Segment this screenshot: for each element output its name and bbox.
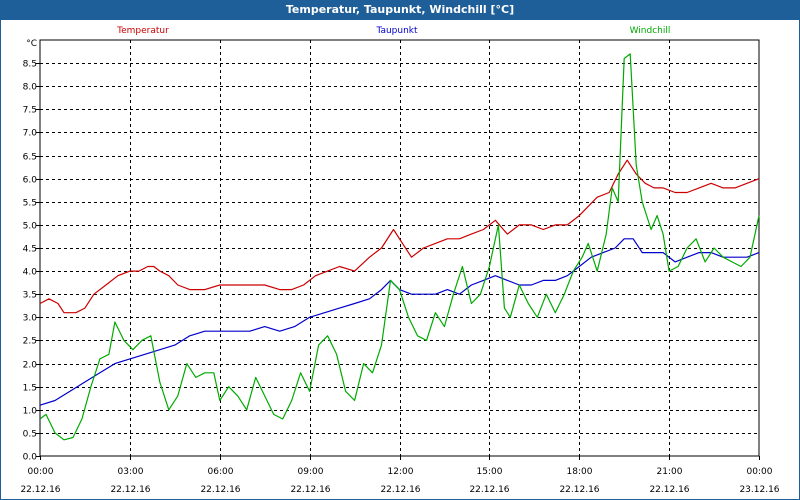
x-tick-date-label: 22.12.16 — [200, 485, 240, 495]
y-tick-label: 3.0 — [23, 314, 38, 324]
x-tick-time-label: 18:00 — [567, 467, 593, 477]
series-line-windchill — [39, 53, 760, 441]
y-tick-label: 2.5 — [23, 337, 37, 347]
y-tick-label: 1.0 — [23, 407, 38, 417]
y-tick-label: 8.0 — [23, 83, 38, 93]
y-tick-label: 5.0 — [23, 222, 38, 232]
series-line-taupunkt — [39, 238, 760, 406]
legend-entry-windchill: Windchill — [630, 26, 671, 36]
grid-layer — [39, 39, 760, 457]
x-tick-time-label: 00:00 — [28, 467, 54, 477]
line-chart: 0.0 0.5 1.0 1.5 2.0 2.5 3.0 3.5 4.0 4.5 5.0 5.5 6.0 6… — [20, 26, 779, 495]
x-tick-time-label: 03:00 — [118, 467, 144, 477]
y-tick-label: 6.0 — [23, 176, 38, 186]
y-tick-label: 5.5 — [23, 199, 37, 209]
y-tick-label: 0.0 — [23, 453, 38, 463]
x-tick-date-label: 22.12.16 — [20, 485, 60, 495]
y-tick-label: 0.5 — [23, 430, 37, 440]
y-tick-label: 2.0 — [23, 361, 38, 371]
y-tick-label: 7.5 — [23, 106, 37, 116]
chart-title: Temperatur, Taupunkt, Windchill [°C] — [285, 3, 515, 16]
x-tick-time-label: 15:00 — [477, 467, 503, 477]
x-tick-date-label: 22.12.16 — [380, 485, 420, 495]
x-tick-time-label: 21:00 — [657, 467, 683, 477]
y-tick-label: 8.5 — [23, 60, 37, 70]
y-tick-label: 4.0 — [23, 268, 38, 278]
x-tick-time-label: 00:00 — [747, 467, 773, 477]
legend-entry-taupunkt: Taupunkt — [375, 26, 418, 36]
y-tick-label: 1.5 — [23, 384, 37, 394]
x-tick-time-label: 12:00 — [388, 467, 414, 477]
y-axis-unit-label: °C — [26, 39, 37, 49]
x-tick-date-label: 22.12.16 — [290, 485, 330, 495]
chart-title-bar: Temperatur, Taupunkt, Windchill [°C] — [0, 0, 800, 19]
x-tick-date-label: 22.12.16 — [649, 485, 689, 495]
y-tick-label: 4.5 — [23, 245, 37, 255]
x-tick-time-label: 09:00 — [298, 467, 324, 477]
x-tick-date-label: 22.12.16 — [469, 485, 509, 495]
series-layer — [39, 53, 760, 441]
y-tick-label: 6.5 — [23, 153, 37, 163]
x-tick-date-label: 22.12.16 — [110, 485, 150, 495]
legend-entry-temperatur: Temperatur — [116, 26, 169, 36]
y-tick-label: 7.0 — [23, 129, 38, 139]
y-tick-label: 3.5 — [23, 291, 37, 301]
x-tick-date-label: 22.12.16 — [559, 485, 599, 495]
x-tick-time-label: 06:00 — [208, 467, 234, 477]
x-tick-date-label: 23.12.16 — [739, 485, 779, 495]
legend: Temperatur Taupunkt Windchill — [116, 26, 670, 36]
chart-window: Temperatur, Taupunkt, Windchill [°C] 0.0… — [0, 0, 800, 500]
plot-border — [39, 39, 760, 457]
